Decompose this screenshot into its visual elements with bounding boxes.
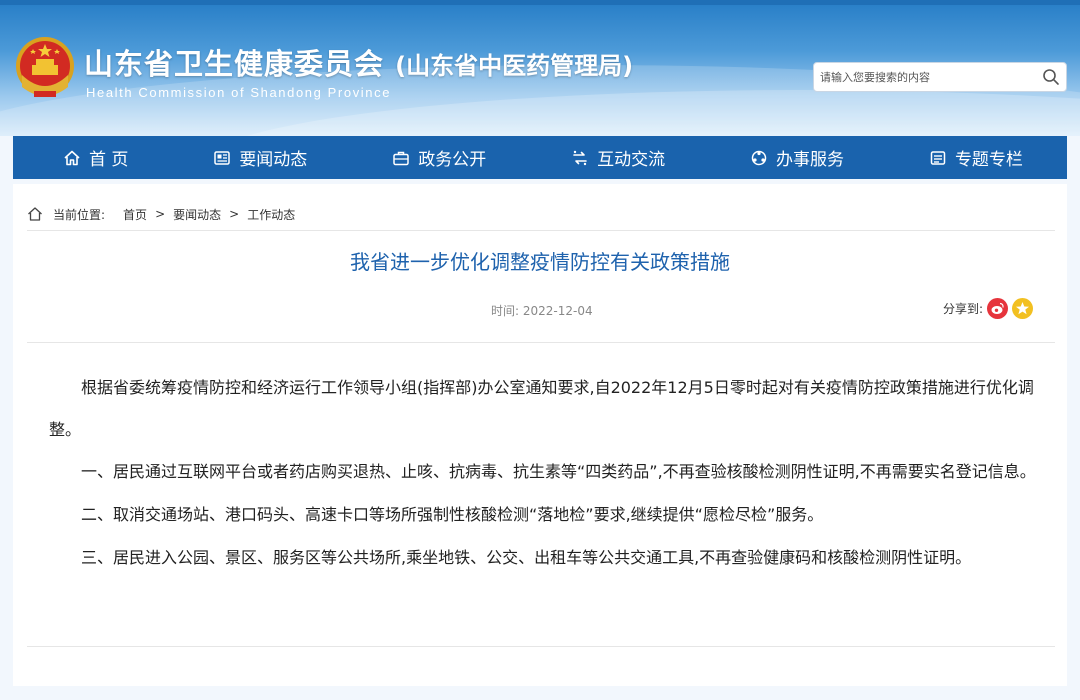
nav-item-home[interactable]: 首 页 xyxy=(63,145,128,170)
divider xyxy=(27,342,1055,343)
nav-label: 专题专栏 xyxy=(954,150,1023,170)
breadcrumb-label: 当前位置: xyxy=(53,207,106,222)
weibo-share-icon[interactable] xyxy=(987,298,1009,319)
breadcrumb-link-news[interactable]: 要闻动态 xyxy=(173,206,221,223)
nav-item-government-affairs[interactable]: 政务公开 xyxy=(392,145,486,170)
nav-item-news[interactable]: 要闻动态 xyxy=(213,145,307,170)
breadcrumb-link-work-news[interactable]: 工作动态 xyxy=(247,206,295,223)
interaction-icon xyxy=(573,150,587,165)
site-title[interactable]: 山东省卫生健康委员会 (山东省中医药管理局) xyxy=(84,41,633,83)
breadcrumb: 当前位置: 首页 > 要闻动态 > 工作动态 xyxy=(27,206,295,222)
article-paragraph: 一、居民通过互联网平台或者药店购买退热、止咳、抗病毒、抗生素等“四类药品”,不再… xyxy=(81,462,1036,481)
share-bar: 分享到: xyxy=(943,298,1034,319)
search-box xyxy=(813,62,1067,92)
share-label: 分享到: xyxy=(943,302,984,316)
divider xyxy=(27,646,1055,647)
divider xyxy=(27,230,1055,231)
article-card: 当前位置: 首页 > 要闻动态 > 工作动态 我省进一步优化调整疫情防控有关政策… xyxy=(13,184,1067,686)
article-paragraph: 三、居民进入公园、景区、服务区等公共场所,乘坐地铁、公交、出租车等公共交通工具,… xyxy=(81,548,972,567)
site-english-name: Health Commission of Shandong Province xyxy=(86,85,392,100)
favorite-share-icon[interactable] xyxy=(1012,298,1034,319)
nav-label: 首 页 xyxy=(89,150,129,170)
article-title: 我省进一步优化调整疫情防控有关政策措施 xyxy=(350,250,730,274)
breadcrumb-link-home[interactable]: 首页 xyxy=(123,206,147,223)
home-icon xyxy=(28,207,42,221)
site-title-main: 山东省卫生健康委员会 xyxy=(84,47,385,81)
column-icon xyxy=(930,150,946,165)
nav-label: 政务公开 xyxy=(418,150,487,170)
nav-item-services[interactable]: 办事服务 xyxy=(750,145,844,170)
nav-label: 要闻动态 xyxy=(239,150,308,170)
search-input[interactable] xyxy=(814,63,1034,91)
nav-item-interaction[interactable]: 互动交流 xyxy=(571,145,665,170)
national-emblem-icon[interactable] xyxy=(14,35,76,101)
nav-label: 互动交流 xyxy=(597,150,666,170)
article-paragraph: 二、取消交通场站、港口码头、高速卡口等场所强制性核酸检测“落地检”要求,继续提供… xyxy=(81,505,824,524)
breadcrumb-separator: > xyxy=(155,207,166,221)
site-header: 山东省卫生健康委员会 (山东省中医药管理局) Health Commission… xyxy=(0,5,1080,136)
article-time: 时间: 2022-12-04 xyxy=(491,304,593,318)
breadcrumb-separator: > xyxy=(229,207,240,221)
site-title-subtitle: (山东省中医药管理局) xyxy=(395,52,634,80)
nav-item-special-column[interactable]: 专题专栏 xyxy=(929,145,1023,170)
article-paragraph: 根据省委统筹疫情防控和经济运行工作领导小组(指挥部)办公室通知要求,自2022年… xyxy=(49,378,1034,439)
newspaper-icon xyxy=(214,150,231,165)
home-icon xyxy=(64,150,80,165)
briefcase-icon xyxy=(393,151,409,165)
main-nav: 首 页 要闻动态 政务公开 互动交流 办事服务 专题专栏 xyxy=(13,136,1067,179)
article-body: 根据省委统筹疫情防控和经济运行工作领导小组(指挥部)办公室通知要求,自2022年… xyxy=(49,367,1039,573)
search-icon[interactable] xyxy=(1042,68,1060,86)
service-icon xyxy=(751,150,767,165)
nav-label: 办事服务 xyxy=(776,150,845,170)
